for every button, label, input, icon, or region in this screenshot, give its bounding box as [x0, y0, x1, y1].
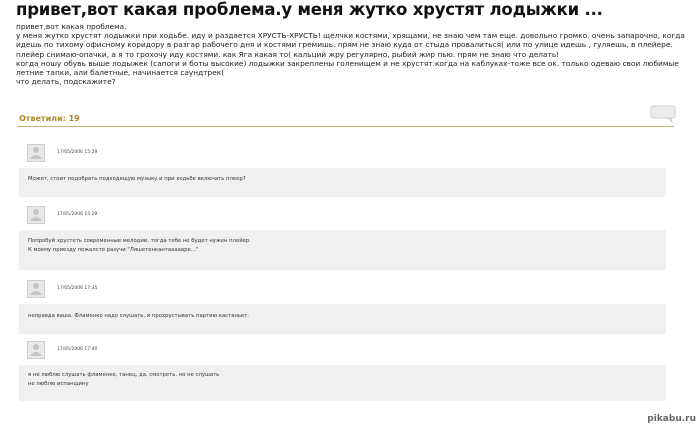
- comment-line: неправда ваша. Фламенко надо слушать, и …: [28, 313, 250, 319]
- avatar[interactable]: [27, 144, 45, 162]
- answers-count-link[interactable]: Ответили: 19: [19, 114, 80, 123]
- comment-line: не люблю испанщину: [28, 381, 89, 387]
- post-line: когда ношу обувь выше лодыжек (сапоги и …: [16, 58, 679, 68]
- user-silhouette-icon: [30, 147, 42, 159]
- user-silhouette-icon: [30, 344, 42, 356]
- comment: 17/05/2006 15:29 Может, стоит подобрать …: [19, 142, 666, 197]
- post-line: плейер снимаю-опачки, а я то грохочу иду…: [16, 49, 560, 59]
- user-silhouette-icon: [30, 209, 42, 221]
- user-silhouette-icon: [30, 283, 42, 295]
- divider: [17, 126, 674, 127]
- avatar[interactable]: [27, 280, 45, 298]
- comment: 17/05/2006 17:40 я не люблю слушать флам…: [19, 339, 666, 401]
- comment-line: Попробуй хрустеть современные мелодии, т…: [28, 238, 251, 244]
- comment-body: Может, стоит подобрать подходящую музыку…: [19, 168, 666, 197]
- comment-line: я не люблю слушать фламенко, танец, да, …: [28, 372, 220, 378]
- comment-date: 17/05/2006 15:29: [57, 212, 98, 217]
- site-watermark: pikabu.ru: [647, 414, 696, 424]
- avatar[interactable]: [27, 341, 45, 359]
- comment-body: неправда ваша. Фламенко надо слушать, и …: [19, 304, 666, 334]
- post-body: привет,вот какая проблема. у меня жутко …: [16, 22, 692, 86]
- post-line: идешь по тихому офисному коридору в разг…: [16, 40, 673, 50]
- comment-date: 17/05/2006 17:35: [57, 286, 98, 291]
- comment-line: Может, стоит подобрать подходящую музыку…: [28, 176, 246, 182]
- comment-date: 17/05/2006 17:40: [57, 347, 98, 352]
- comment-date: 17/05/2006 15:29: [57, 150, 98, 155]
- avatar[interactable]: [27, 206, 45, 224]
- comment-line: К моему приезду пожалсто разучи "Ляшетен…: [28, 247, 199, 253]
- post-line: у меня жутко хрустят лодыжки при ходьбе.…: [16, 31, 685, 41]
- comment-body: Попробуй хрустеть современные мелодии, т…: [19, 230, 666, 270]
- speech-bubble-icon[interactable]: [650, 105, 676, 123]
- post-line: привет,вот какая проблема.: [16, 22, 127, 31]
- post-line: что делать, подскажите?: [16, 77, 116, 87]
- post-line: летние тапки, али балетные, начинается с…: [16, 68, 225, 78]
- comment-body: я не люблю слушать фламенко, танец, да, …: [19, 365, 666, 401]
- comment: 17/05/2006 17:35 неправда ваша. Фламенко…: [19, 278, 666, 334]
- post-title: привет,вот какая проблема.у меня жутко х…: [16, 0, 603, 19]
- comment: 17/05/2006 15:29 Попробуй хрустеть совре…: [19, 204, 666, 270]
